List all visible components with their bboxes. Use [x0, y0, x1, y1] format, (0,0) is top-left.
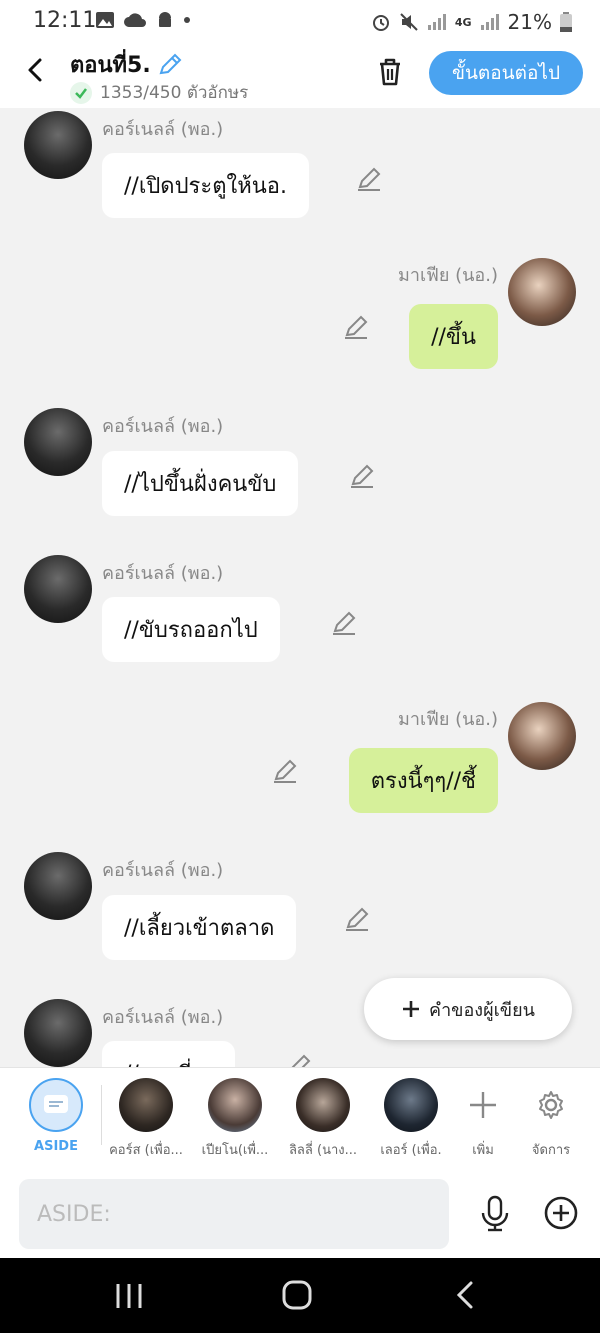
dot-icon [184, 17, 190, 23]
gear-icon [539, 1091, 563, 1119]
divider [101, 1085, 102, 1145]
character-avatar [208, 1078, 262, 1132]
system-nav-bar [0, 1258, 600, 1333]
sender-name: คอร์เนลล์ (พอ.) [102, 1007, 224, 1028]
message-bubble[interactable]: //เลี้ยวเข้าตลาด [102, 895, 297, 960]
microphone-icon[interactable] [478, 1195, 512, 1233]
alarm-icon [372, 15, 389, 31]
home-icon[interactable] [282, 1280, 312, 1310]
message-input[interactable]: ASIDE: [19, 1179, 449, 1249]
character-label: จัดการ [531, 1143, 571, 1158]
add-icon-wrap [456, 1078, 510, 1132]
status-time: 12:11 [33, 8, 97, 33]
add-circle-icon[interactable] [543, 1195, 579, 1231]
avatar-cornell[interactable] [24, 555, 92, 623]
avatar-cornell[interactable] [24, 852, 92, 920]
cloud-icon [124, 13, 146, 27]
avatar-cornell[interactable] [24, 408, 92, 476]
character-item[interactable]: คอร์ส (เพื่อ... [101, 1078, 191, 1160]
check-icon [70, 81, 92, 104]
back-nav-icon[interactable] [454, 1280, 476, 1310]
gallery-icon [96, 12, 114, 28]
edit-icon[interactable] [272, 758, 298, 784]
next-step-button[interactable]: ขั้นตอนต่อไป [429, 51, 583, 95]
edit-icon[interactable] [349, 463, 375, 489]
mute-icon [400, 13, 418, 31]
edit-icon[interactable] [286, 1053, 312, 1067]
message-bubble[interactable]: //ขึ้น [409, 304, 498, 369]
recent-apps-icon[interactable] [114, 1282, 144, 1310]
author-note-button[interactable]: คำของผู้เขียน [364, 978, 572, 1040]
character-bar: ASIDE คอร์ส (เพื่อ... เปียโน(เพื่... ลิล… [0, 1067, 600, 1171]
manage-characters-button[interactable]: จัดการ [506, 1078, 596, 1160]
character-count-text: 1353/450 ตัวอักษร [100, 83, 249, 103]
avatar-cornell[interactable] [24, 999, 92, 1067]
plus-icon [403, 1001, 420, 1017]
status-bar: 12:11 4G 21% [0, 0, 600, 44]
signal-icon [480, 14, 499, 30]
sender-name: มาเฟีย (นอ.) [397, 265, 498, 286]
sender-name: คอร์เนลล์ (พอ.) [102, 119, 224, 140]
message-bubble[interactable]: //เปิดประตูให้นอ. [102, 153, 309, 218]
avatar-cornell[interactable] [24, 111, 92, 179]
edit-icon[interactable] [331, 610, 357, 636]
character-label: เปียโน(เพื่... [201, 1143, 269, 1158]
episode-title[interactable]: ตอนที่5. [70, 47, 183, 82]
edit-icon[interactable] [343, 314, 369, 340]
message-icon [44, 1095, 68, 1113]
edit-icon[interactable] [356, 166, 382, 192]
plus-icon [470, 1092, 496, 1118]
character-count: 1353/450 ตัวอักษร [70, 79, 248, 106]
aside-avatar [29, 1078, 83, 1132]
chat-area[interactable]: คอร์เนลล์ (พอ.) //เปิดประตูให้นอ. มาเฟีย… [0, 108, 600, 1067]
message-bubble[interactable]: //ขับรถออกไป [102, 597, 280, 662]
author-note-label: คำของผู้เขียน [429, 999, 535, 1021]
pencil-icon[interactable] [157, 52, 183, 78]
edit-icon[interactable] [344, 906, 370, 932]
episode-title-text: ตอนที่5. [70, 53, 151, 78]
android-icon [159, 12, 171, 27]
signal-icon [427, 14, 446, 30]
input-bar: ASIDE: [0, 1170, 600, 1258]
character-label: ASIDE [34, 1139, 78, 1154]
character-avatar [296, 1078, 350, 1132]
character-label: ลิลลี่ (นาง... [288, 1143, 358, 1158]
character-item[interactable]: ลิลลี่ (นาง... [278, 1078, 368, 1160]
sender-name: คอร์เนลล์ (พอ.) [102, 416, 224, 437]
message-bubble[interactable]: //ไปขึ้นฝั่งคนขับ [102, 451, 299, 516]
sender-name: คอร์เนลล์ (พอ.) [102, 860, 224, 881]
network-type: 4G [454, 15, 472, 29]
character-item[interactable]: เปียโน(เพื่... [190, 1078, 280, 1160]
character-avatar [384, 1078, 438, 1132]
message-bubble[interactable]: //แวะที่... [102, 1041, 235, 1067]
character-aside[interactable]: ASIDE [11, 1078, 101, 1154]
back-arrow-icon[interactable] [22, 56, 50, 84]
avatar-mafia[interactable] [508, 258, 576, 326]
character-label: คอร์ส (เพื่อ... [109, 1143, 183, 1158]
avatar-mafia[interactable] [508, 702, 576, 770]
trash-icon[interactable] [372, 54, 408, 90]
battery-icon [560, 12, 572, 32]
header-bar: ตอนที่5. 1353/450 ตัวอักษร ขั้นตอนต่อไป [0, 44, 600, 108]
message-bubble[interactable]: ตรงนี้ๆๆ//ชี้ [348, 748, 498, 813]
sender-name: คอร์เนลล์ (พอ.) [102, 563, 224, 584]
battery-percent: 21% [507, 10, 552, 34]
sender-name: มาเฟีย (นอ.) [397, 709, 498, 730]
gear-icon-wrap [524, 1078, 578, 1132]
character-avatar [119, 1078, 173, 1132]
